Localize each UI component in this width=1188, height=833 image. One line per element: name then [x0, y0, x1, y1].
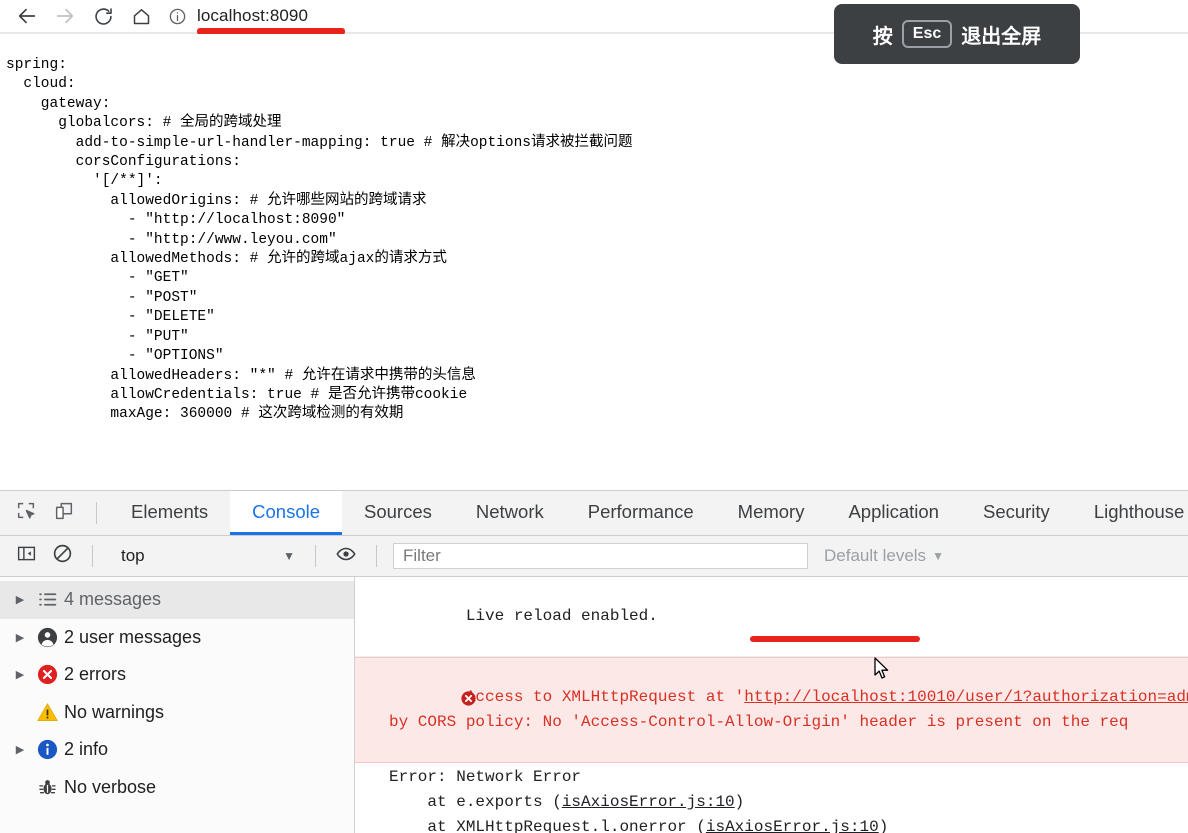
sidebar-item-user-messages[interactable]: ▶ 2 user messages: [0, 619, 354, 657]
sidebar-item-label: 4 messages: [64, 589, 162, 610]
chevron-down-icon: ▼: [932, 549, 944, 563]
log-levels-label: Default levels: [824, 546, 927, 565]
sidebar-item-all-messages[interactable]: ▶ 4 messages: [0, 581, 354, 619]
user-icon: [30, 626, 64, 649]
forward-arrow-icon: [54, 5, 76, 27]
console-message-list[interactable]: Live reload enabled. Access to XMLHttpRe…: [355, 577, 1188, 833]
tab-sources[interactable]: Sources: [342, 491, 454, 535]
tab-lighthouse[interactable]: Lighthouse: [1072, 491, 1188, 535]
sidebar-item-label: 2 errors: [64, 664, 127, 685]
console-filter-input[interactable]: [393, 543, 808, 569]
error-icon: [30, 663, 64, 686]
sidebar-item-info[interactable]: ▶ 2 info: [0, 731, 354, 769]
stack-line-2-prefix: at XMLHttpRequest.l.onerror (: [389, 818, 706, 833]
console-sidebar: ▶ 4 messages ▶ 2 user messages ▶ 2 error…: [0, 577, 355, 833]
reload-icon: [93, 6, 114, 27]
warning-icon: [30, 701, 64, 724]
live-expression-button[interactable]: [328, 538, 364, 574]
tab-memory[interactable]: Memory: [716, 491, 827, 535]
sidebar-item-label: No verbose: [64, 776, 157, 797]
clear-console-icon: [52, 543, 73, 569]
sidebar-item-label: 2 info: [64, 739, 109, 760]
tab-security[interactable]: Security: [961, 491, 1072, 535]
console-message-info[interactable]: Live reload enabled.: [355, 577, 1188, 657]
sidebar-item-verbose[interactable]: ▶ No verbose: [0, 769, 354, 807]
error-icon: [364, 665, 477, 741]
forward-button[interactable]: [48, 1, 82, 31]
cors-error-url-link[interactable]: http://localhost:10010/user/1?authorizat…: [744, 688, 1188, 706]
info-icon: [30, 738, 64, 761]
device-toolbar-button[interactable]: [46, 495, 82, 531]
inspect-element-button[interactable]: [8, 495, 44, 531]
tab-application[interactable]: Application: [826, 491, 961, 535]
stack-line-1-prefix: at e.exports (: [389, 793, 562, 811]
clear-console-button[interactable]: [44, 538, 80, 574]
chevron-right-icon[interactable]: ▶: [10, 593, 30, 606]
stack-line-1-suffix: ): [734, 793, 745, 811]
console-message-network-error[interactable]: Error: Network Error at e.exports (isAxi…: [355, 763, 1188, 833]
sidebar-panel-icon: [16, 543, 37, 569]
console-toolbar: top ▼ Default levels ▼: [0, 536, 1188, 577]
toast-suffix-label: 退出全屏: [961, 25, 1042, 48]
cors-error-line2: by CORS policy: No 'Access-Control-Allow…: [389, 713, 1129, 731]
sidebar-item-errors[interactable]: ▶ 2 errors: [0, 656, 354, 694]
devtools-panel: Elements Console Sources Network Perform…: [0, 490, 1188, 833]
console-message-cors-error[interactable]: Access to XMLHttpRequest at 'http://loca…: [355, 657, 1188, 763]
bug-icon: [30, 777, 64, 798]
sidebar-item-label: No warnings: [64, 701, 165, 722]
devtools-tabs: Elements Console Sources Network Perform…: [109, 491, 1188, 535]
chevron-down-icon: ▼: [283, 549, 295, 563]
stack-source-link[interactable]: isAxiosError.js:10: [706, 818, 879, 833]
yaml-config-text: spring: cloud: gateway: globalcors: # 全局…: [6, 57, 633, 423]
device-toolbar-icon: [53, 500, 75, 527]
tab-performance[interactable]: Performance: [566, 491, 716, 535]
home-button[interactable]: [124, 1, 158, 31]
chevron-right-icon[interactable]: ▶: [10, 743, 30, 756]
cors-error-prefix: Access to XMLHttpRequest at ': [465, 688, 745, 706]
context-label: top: [121, 546, 145, 565]
home-icon: [131, 6, 152, 27]
toolbar-divider: [92, 545, 93, 567]
back-arrow-icon: [16, 5, 38, 27]
list-icon: [30, 589, 64, 610]
reload-button[interactable]: [86, 1, 120, 31]
esc-key-badge: Esc: [901, 20, 953, 48]
console-sidebar-toggle-button[interactable]: [8, 538, 44, 574]
stack-source-link[interactable]: isAxiosError.js:10: [562, 793, 735, 811]
console-body: ▶ 4 messages ▶ 2 user messages ▶ 2 error…: [0, 577, 1188, 833]
url-text: localhost:8090: [197, 6, 309, 25]
toolbar-divider: [96, 502, 97, 524]
fullscreen-exit-toast: 按 Esc 退出全屏: [834, 4, 1080, 64]
page-viewport: spring: cloud: gateway: globalcors: # 全局…: [0, 34, 1188, 490]
navigation-buttons: [0, 1, 158, 31]
tab-network[interactable]: Network: [454, 491, 566, 535]
toolbar-divider: [376, 545, 377, 567]
chevron-right-icon[interactable]: ▶: [10, 668, 30, 681]
sidebar-item-label: 2 user messages: [64, 626, 202, 647]
log-levels-select[interactable]: Default levels ▼: [824, 546, 944, 566]
toolbar-divider: [315, 545, 316, 567]
tab-elements[interactable]: Elements: [109, 491, 230, 535]
execution-context-select[interactable]: top ▼: [111, 543, 303, 569]
live-reload-text: Live reload enabled.: [465, 607, 658, 625]
chevron-right-icon[interactable]: ▶: [10, 631, 30, 644]
network-error-title: Error: Network Error: [389, 768, 582, 786]
stack-line-2-suffix: ): [878, 818, 889, 833]
toast-prefix-label: 按: [872, 25, 893, 48]
sidebar-item-warnings[interactable]: ▶ No warnings: [0, 694, 354, 732]
site-information-icon[interactable]: [168, 7, 187, 26]
eye-icon: [335, 543, 357, 570]
back-button[interactable]: [10, 1, 44, 31]
devtools-tabbar: Elements Console Sources Network Perform…: [0, 491, 1188, 536]
inspect-cursor-icon: [15, 500, 37, 527]
devtools-tool-icons: [0, 495, 109, 531]
tab-console[interactable]: Console: [230, 491, 343, 535]
